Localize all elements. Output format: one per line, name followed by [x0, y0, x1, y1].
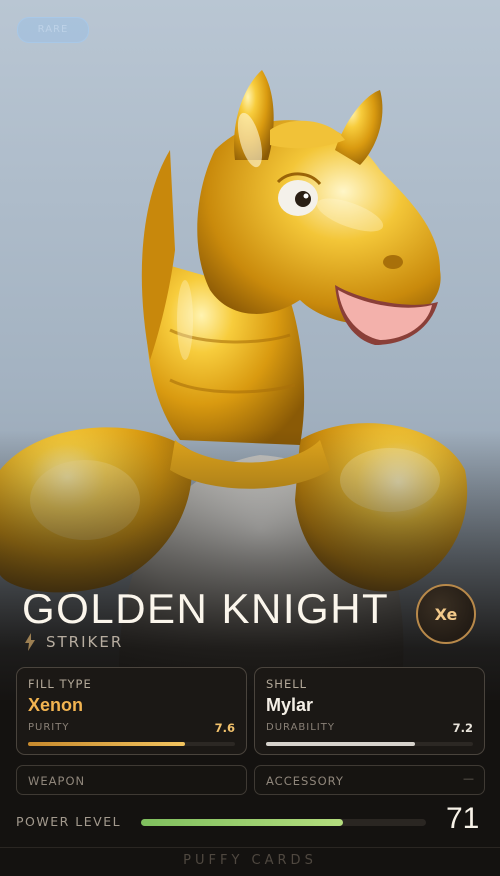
purity-label: PURITY [28, 722, 70, 733]
durability-bar-fill [266, 742, 416, 746]
power-level-bar [141, 819, 426, 826]
footer-divider [0, 847, 500, 848]
power-level-bar-fill [141, 819, 344, 826]
power-level-label: POWER LEVEL [16, 814, 122, 829]
class-label: STRIKER [46, 633, 124, 651]
purity-bar [28, 742, 235, 746]
accessory-value: — [463, 772, 474, 785]
shell-value: Mylar [266, 695, 314, 715]
shell-panel[interactable]: SHELL Mylar DURABILITY 7.2 [254, 667, 485, 755]
fill-type-label: FILL TYPE [28, 677, 92, 691]
purity-value: 7.6 [214, 721, 235, 735]
element-badge[interactable]: Xe [416, 584, 476, 644]
card-class: STRIKER [24, 632, 123, 652]
durability-value: 7.2 [452, 721, 473, 735]
accessory-slot[interactable]: ACCESSORY — [254, 765, 485, 795]
durability-label: DURABILITY [266, 722, 335, 733]
fill-type-value: Xenon [28, 695, 84, 715]
durability-bar [266, 742, 473, 746]
weapon-slot[interactable]: WEAPON [16, 765, 247, 795]
accessory-label: ACCESSORY [266, 774, 344, 788]
card-title: GOLDEN KNIGHT [22, 585, 390, 632]
rarity-badge: RARE [17, 17, 89, 43]
shell-label: SHELL [266, 677, 308, 691]
fill-type-panel[interactable]: FILL TYPE Xenon PURITY 7.6 [16, 667, 247, 755]
power-level-value: 71 [446, 802, 480, 835]
trading-card[interactable]: RARE GOLDEN KNIGHT STRIKER Xe FILL TYPE … [0, 0, 500, 876]
weapon-label: WEAPON [28, 774, 86, 788]
lightning-bolt-icon [25, 633, 35, 651]
purity-bar-fill [28, 742, 186, 746]
footer-brand: PUFFY CARDS [183, 853, 317, 868]
